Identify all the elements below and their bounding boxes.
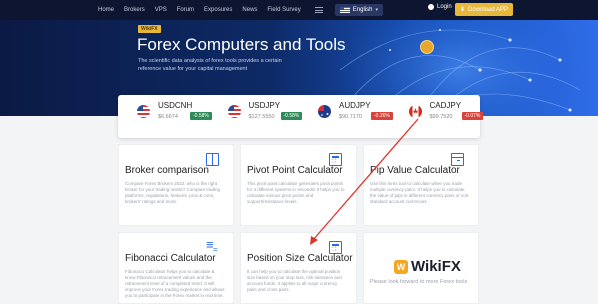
currency-ticker: USDCNH $6.6674 -0.58% USDJPY $127.5550 -… (118, 95, 484, 138)
nav-news[interactable]: News (242, 7, 257, 13)
main-nav: Home Brokers VPS Forum Exposures News Fi… (98, 7, 301, 13)
nav-vps[interactable]: VPS (155, 7, 167, 13)
canada-flag-icon (408, 105, 422, 118)
wikifx-promo-text: Please look forward to more Forex tools (370, 279, 468, 285)
menu-icon[interactable] (314, 7, 323, 13)
us-flag-icon (137, 105, 150, 118)
ticker-price: $99.7520 (429, 114, 453, 120)
top-navigation-bar: Home Brokers VPS Forum Exposures News Fi… (0, 0, 598, 20)
ticker-price: $90.7170 (339, 114, 362, 120)
card-title: Pivot Point Calculator (247, 165, 343, 176)
user-icon (428, 4, 434, 10)
tool-card-pivot-point-calculator[interactable]: Pivot Point Calculator This pivot point … (240, 144, 357, 226)
page: Home Brokers VPS Forum Exposures News Fi… (0, 0, 598, 304)
card-description: Use this forex tool to calculate when yo… (370, 181, 470, 204)
nav-brokers[interactable]: Brokers (124, 7, 145, 13)
login-label: Login (437, 4, 452, 10)
ticker-change: -0.07% (461, 112, 484, 120)
ticker-item-audjpy[interactable]: AUDJPY $90.7170 -0.26% (299, 95, 393, 138)
ticker-item-usdcnh[interactable]: USDCNH $6.6674 -0.58% (118, 95, 212, 138)
card-title: Fibonacci Calculator (125, 253, 216, 264)
nav-home[interactable]: Home (98, 7, 114, 13)
ticker-item-cadjpy[interactable]: CADJPY $99.7520 -0.07% (390, 95, 484, 138)
download-label: Download APP (468, 6, 509, 13)
card-description: Compare Forex Brokers 2022, who is the r… (125, 181, 221, 204)
card-title: Broker comparison (125, 165, 209, 176)
tool-card-pip-value-calculator[interactable]: Pip Value Calculator Use this forex tool… (363, 144, 479, 226)
ticker-price: $127.5550 (248, 114, 275, 120)
login-link[interactable]: Login (428, 4, 452, 10)
ticker-symbol: CADJPY (429, 101, 462, 110)
wikifx-logo: W WikiFX (394, 258, 461, 275)
card-title: Pip Value Calculator (370, 165, 460, 176)
page-title: Forex Computers and Tools (137, 35, 346, 54)
nav-field-survey[interactable]: Field Survey (267, 7, 300, 13)
nav-exposures[interactable]: Exposures (204, 7, 232, 13)
chevron-down-icon: ▾ (375, 7, 378, 13)
wikifx-badge: WikiFX (138, 25, 161, 33)
hero-subtitle: The scientific data analysis of forex to… (138, 58, 282, 72)
nav-forum[interactable]: Forum (177, 7, 194, 13)
card-description: This pivot point calculator generates pi… (247, 181, 345, 204)
ticker-symbol: USDCNH (158, 101, 193, 110)
language-label: English (352, 7, 373, 13)
card-description: Fibonacci Calculator helps you to calcul… (125, 269, 225, 298)
ticker-symbol: AUDJPY (339, 101, 371, 110)
us-flag-icon (227, 105, 241, 118)
card-title: Position Size Calculator (247, 253, 353, 264)
wikifx-name: WikiFX (411, 258, 461, 275)
language-selector[interactable]: English ▾ (334, 4, 383, 16)
download-app-button[interactable]: ⬇ Download APP (455, 3, 514, 16)
tool-card-fibonacci-calculator[interactable]: Fibonacci Calculator Fibonacci Calculato… (118, 232, 234, 304)
wikifx-logo-icon: W (394, 259, 408, 274)
ticker-item-usdjpy[interactable]: USDJPY $127.5550 -0.58% (209, 95, 303, 138)
us-flag-icon (339, 7, 350, 13)
card-description: It can help you to calculate the optimal… (247, 269, 342, 292)
wikifx-promo-card: W WikiFX Please look forward to more For… (363, 232, 479, 304)
download-icon: ⬇ (460, 7, 466, 13)
ticker-price: $6.6674 (158, 114, 178, 120)
tool-card-broker-comparison[interactable]: Broker comparison Compare Forex Brokers … (118, 144, 234, 226)
coin-icon (420, 40, 434, 54)
ticker-symbol: USDJPY (248, 101, 281, 110)
australia-flag-icon (318, 105, 331, 118)
tool-card-position-size-calculator[interactable]: Position Size Calculator It can help you… (240, 232, 357, 304)
